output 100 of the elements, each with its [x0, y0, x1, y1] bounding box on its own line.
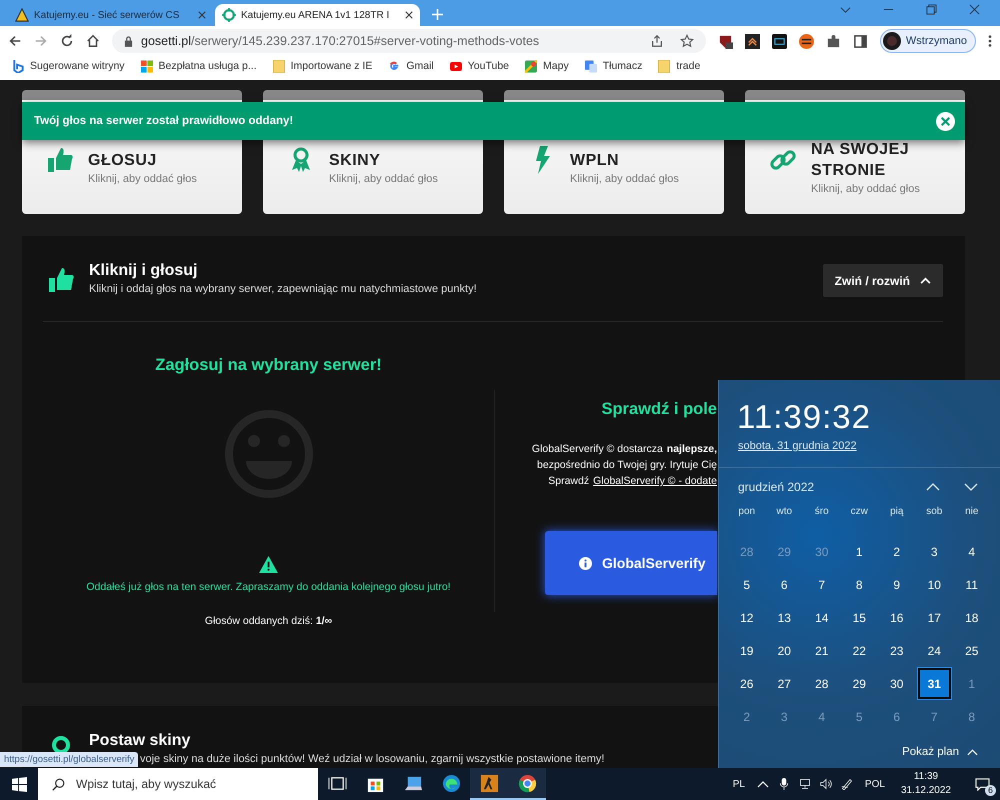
profile-button[interactable]: Wstrzymano — [880, 29, 976, 53]
calendar-day[interactable]: 26 — [730, 668, 764, 699]
weekday-label: nie — [964, 505, 980, 519]
network-icon[interactable] — [798, 778, 811, 790]
search-icon — [52, 778, 65, 791]
calendar-day[interactable]: 14 — [805, 602, 838, 633]
card-subtitle: Kliknij, aby oddać głos — [329, 172, 438, 184]
bookmark[interactable]: Sugerowane witryny — [12, 60, 125, 72]
globalserverify-link[interactable]: GlobalServerify © - dodate — [593, 475, 717, 487]
bookmark[interactable]: Gmail — [388, 60, 434, 72]
avatar-icon — [882, 32, 901, 50]
calendar-day[interactable]: 2 — [880, 536, 914, 567]
calendar-day[interactable]: 24 — [918, 635, 951, 666]
translate-icon — [584, 60, 597, 72]
card-title: GŁOSUJ — [88, 150, 158, 170]
address-bar[interactable]: gosetti.pl/serwery/145.239.237.170:27015#server-voting-methods-votes — [112, 29, 706, 53]
url-text: gosetti.pl/serwery/145.239.237.170:27015#server-voting-methods-votes — [141, 34, 540, 48]
weekday-label: wto — [775, 505, 794, 519]
weekday-label: czw — [850, 505, 869, 519]
folder-icon — [272, 60, 285, 72]
calendar-day[interactable]: 28 — [805, 668, 838, 699]
calendar-day[interactable]: 17 — [918, 602, 951, 633]
pen-icon[interactable] — [840, 778, 853, 790]
calendar-day[interactable]: 21 — [805, 635, 838, 666]
calendar-day[interactable]: 1 — [842, 536, 876, 567]
bookmark[interactable]: YouTube — [450, 60, 510, 72]
close-icon[interactable] — [405, 11, 413, 19]
bing-icon — [12, 60, 24, 72]
keyboard-layout[interactable]: PL — [730, 778, 748, 790]
calendar-day[interactable]: 23 — [880, 635, 914, 666]
section-title: Kliknij i głosuj — [89, 262, 198, 280]
calendar-day[interactable]: 25 — [955, 635, 988, 666]
section-title: Postaw skiny — [89, 732, 192, 750]
calendar-day[interactable]: 22 — [842, 635, 876, 666]
card-title: WPLN — [570, 150, 620, 170]
map-pin-icon — [525, 60, 538, 72]
home-icon[interactable] — [86, 34, 100, 48]
calendar-day[interactable]: 3 — [918, 536, 951, 567]
volume-icon[interactable] — [820, 778, 832, 790]
vote-heading: Zagłosuj na wybrany serwer! — [155, 356, 382, 375]
restore-icon[interactable] — [926, 4, 937, 14]
crosshair-icon — [222, 8, 236, 22]
new-tab-icon[interactable] — [432, 9, 443, 20]
taskbar-clock[interactable]: 11:39 31.12.2022 — [896, 770, 955, 798]
card-subtitle: Kliknij, aby oddać głos — [811, 183, 921, 195]
calendar-day[interactable]: 9 — [880, 569, 914, 600]
calendar-day[interactable]: 15 — [842, 602, 876, 633]
chevron-down-icon[interactable] — [964, 483, 978, 491]
notification-button[interactable]: 6 — [970, 772, 994, 796]
calendar-day[interactable]: 7 — [805, 569, 838, 600]
extension-icon[interactable] — [744, 34, 760, 48]
calendar-day[interactable]: 4 — [955, 536, 988, 567]
bookmark[interactable]: Importowane z IE — [272, 60, 372, 72]
collapse-button[interactable]: Zwiń / rozwiń — [822, 264, 943, 297]
bookmark[interactable]: Bezpłatna usługa p... — [140, 60, 257, 72]
chevron-up-icon[interactable] — [926, 483, 940, 491]
calendar-day[interactable]: 20 — [768, 635, 801, 666]
calendar-day[interactable]: 13 — [768, 602, 801, 633]
windows-start-icon[interactable] — [12, 776, 27, 792]
calendar-day[interactable]: 29 — [842, 668, 876, 699]
calendar-day[interactable]: 16 — [880, 602, 914, 633]
calendar-day[interactable]: 10 — [918, 569, 951, 600]
bookmark[interactable]: trade — [658, 60, 700, 72]
calendar-day[interactable]: 6 — [768, 569, 801, 600]
warning-icon — [259, 556, 278, 573]
star-icon[interactable] — [680, 34, 694, 48]
thumbs-up-icon — [47, 266, 75, 294]
calendar-day[interactable]: 12 — [730, 602, 764, 633]
search-field[interactable]: Wpisz tutaj, aby wyszukać — [38, 768, 318, 800]
extension-icon[interactable] — [772, 34, 787, 48]
reload-icon[interactable] — [60, 34, 74, 48]
microphone-icon[interactable] — [778, 778, 790, 790]
show-agenda-button[interactable]: Pokaż plan — [896, 745, 984, 759]
card-subtitle: Kliknij, aby oddać głos — [570, 172, 679, 184]
calendar-day[interactable]: 11 — [955, 569, 988, 600]
input-language[interactable]: POL — [862, 778, 888, 790]
calendar-day[interactable]: 5 — [730, 569, 764, 600]
share-icon[interactable] — [650, 34, 664, 48]
menu-icon[interactable] — [988, 34, 992, 48]
back-icon[interactable] — [8, 34, 22, 48]
date-link[interactable]: sobota, 31 grudnia 2022 — [738, 440, 1000, 452]
chevron-up-icon — [920, 277, 931, 284]
chrome-icon[interactable] — [508, 768, 546, 800]
bookmark[interactable]: Tłumacz — [584, 60, 642, 72]
bookmark[interactable]: Mapy — [525, 60, 569, 72]
browser-tab[interactable]: Katujemy.eu ARENA 1v1 128TR I — [215, 4, 420, 26]
clock-time: 11:39:32 — [737, 398, 872, 436]
calendar-day[interactable]: 31 — [918, 668, 951, 699]
month-label[interactable]: grudzień 2022 — [738, 480, 902, 494]
link-status-tooltip: https://gosetti.pl/globalserverify — [0, 752, 138, 767]
calendar-day[interactable]: 8 — [842, 569, 876, 600]
calendar-day[interactable]: 27 — [768, 668, 801, 699]
game-icon[interactable] — [470, 768, 508, 800]
globalserverify-button[interactable]: GlobalServerify — [545, 531, 717, 595]
calendar-day[interactable]: 19 — [730, 635, 764, 666]
calendar-day[interactable]: 18 — [955, 602, 988, 633]
sidebar-icon[interactable] — [852, 34, 868, 48]
browser-tab[interactable]: Katujemy.eu - Sieć serwerów CS — [8, 4, 213, 26]
calendar-day[interactable]: 30 — [880, 668, 914, 699]
warning-icon — [15, 8, 29, 22]
